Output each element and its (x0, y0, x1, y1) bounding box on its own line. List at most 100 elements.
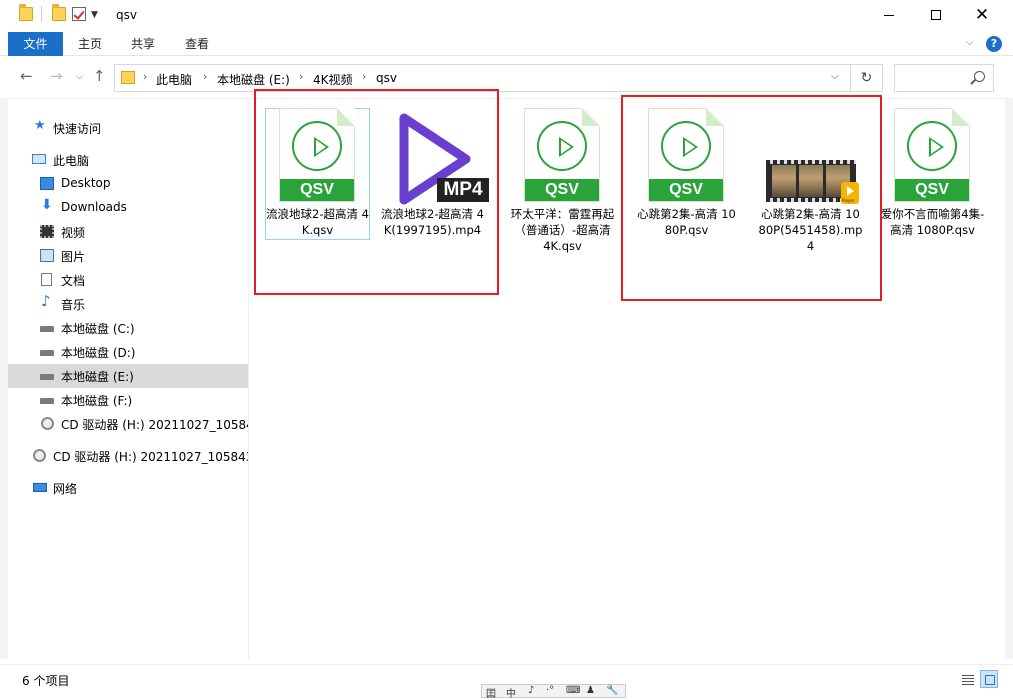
drive-icon (40, 326, 54, 332)
keyboard-icon[interactable]: ⌨ (566, 685, 580, 696)
window-title: qsv (116, 8, 137, 22)
nav-item-videos[interactable]: 视频 (8, 220, 248, 244)
window-edge (0, 99, 8, 659)
large-icons-view-icon[interactable] (980, 670, 998, 688)
network-icon (33, 483, 47, 492)
annotation-box (621, 95, 882, 301)
tab-view[interactable]: 查看 (172, 32, 222, 56)
help-icon[interactable]: ? (986, 36, 1002, 52)
nav-item-label: 本地磁盘 (C:) (61, 322, 135, 336)
user-icon[interactable]: ♟ (586, 685, 595, 696)
navigation-bar: ← → ⌵ ↑ › 此电脑 › 本地磁盘 (E:) › 4K视频 › qsv ⌵… (0, 57, 1013, 99)
close-icon: ✕ (974, 4, 990, 25)
nav-item-label: 快速访问 (53, 122, 102, 136)
nav-item-drive-e[interactable]: 本地磁盘 (E:) (8, 364, 248, 388)
forward-arrow-icon[interactable]: → (50, 67, 63, 85)
qsv-file-icon: QSV (524, 108, 600, 202)
back-arrow-icon[interactable]: ← (20, 67, 33, 85)
nav-item-label: 文档 (61, 274, 86, 288)
download-icon: ⬇ (41, 197, 53, 213)
nav-item-cd-drive[interactable]: CD 驱动器 (H:) 20211027_105843 (8, 412, 248, 436)
picture-icon (40, 249, 54, 262)
minimize-button[interactable] (866, 0, 912, 30)
expand-ribbon-icon[interactable]: ⌵ (966, 37, 974, 48)
breadcrumb-drive-e[interactable]: 本地磁盘 (E:) (217, 71, 290, 88)
nav-item-drive-f[interactable]: 本地磁盘 (F:) (8, 388, 248, 412)
minimize-icon (884, 14, 894, 16)
file-item[interactable]: QSV 环太平洋：雷霆再起（普通话）-超高清 4K.qsv (510, 108, 615, 258)
star-icon: ★ (34, 118, 46, 133)
refresh-button[interactable]: ↻ (851, 64, 883, 92)
nav-item-label: 视频 (61, 226, 86, 240)
file-type-badge: QSV (525, 179, 599, 201)
nav-item-label: Desktop (61, 176, 111, 190)
nav-item-music[interactable]: ♪ 音乐 (8, 292, 248, 316)
breadcrumb-separator-icon[interactable]: › (203, 70, 207, 83)
play-circle-icon (907, 121, 957, 171)
new-folder-icon[interactable] (52, 4, 66, 21)
nav-item-label: CD 驱动器 (H:) 20211027_105843 (61, 418, 248, 432)
breadcrumb-separator-icon[interactable]: › (299, 70, 303, 83)
nav-item-this-pc[interactable]: 此电脑 (8, 148, 248, 172)
cd-drive-icon (41, 417, 54, 430)
file-name: 环太平洋：雷霆再起（普通话）-超高清 4K.qsv (510, 207, 615, 253)
nav-item-label: 本地磁盘 (E:) (61, 370, 134, 384)
nav-item-label: CD 驱动器 (H:) 20211027_105843 (53, 450, 248, 464)
tab-file[interactable]: 文件 (8, 32, 63, 56)
breadcrumb-separator-icon[interactable]: › (143, 70, 147, 83)
ime-toolbar: 囯 中 ♪ ·° ⌨ ♟ 🔧 (481, 684, 626, 700)
ime-moon-icon[interactable]: ♪ (528, 685, 534, 696)
search-input[interactable] (894, 64, 994, 92)
address-bar[interactable]: › 此电脑 › 本地磁盘 (E:) › 4K视频 › qsv ⌵ (114, 64, 851, 92)
nav-item-desktop[interactable]: Desktop (8, 172, 248, 196)
file-type-badge: QSV (895, 179, 969, 201)
nav-item-label: 音乐 (61, 298, 86, 312)
file-item[interactable]: QSV 爱你不言而喻第4集-高清 1080P.qsv (880, 108, 985, 258)
chevron-down-icon[interactable]: ▼ (91, 10, 98, 20)
item-count: 6 个项目 (22, 674, 70, 688)
chevron-down-icon[interactable]: ⌵ (831, 71, 839, 82)
nav-item-drive-d[interactable]: 本地磁盘 (D:) (8, 340, 248, 364)
breadcrumb-separator-icon[interactable]: › (362, 70, 366, 83)
nav-item-drive-c[interactable]: 本地磁盘 (C:) (8, 316, 248, 340)
divider (41, 6, 42, 22)
page-fold (582, 108, 600, 126)
breadcrumb-this-pc[interactable]: 此电脑 (156, 71, 192, 88)
nav-item-network[interactable]: 网络 (8, 476, 248, 500)
nav-item-label: 本地磁盘 (D:) (61, 346, 136, 360)
nav-item-label: Downloads (61, 200, 127, 214)
close-button[interactable]: ✕ (959, 0, 1005, 30)
maximize-icon (931, 10, 941, 20)
scrollbar[interactable] (1005, 99, 1013, 659)
nav-item-pictures[interactable]: 图片 (8, 244, 248, 268)
maximize-button[interactable] (913, 0, 959, 30)
drive-icon (40, 374, 54, 380)
nav-item-label: 此电脑 (53, 154, 90, 168)
nav-item-downloads[interactable]: ⬇ Downloads (8, 196, 248, 220)
up-arrow-icon[interactable]: ↑ (93, 67, 106, 85)
search-icon (974, 71, 985, 82)
refresh-icon: ↻ (860, 70, 873, 86)
computer-icon (32, 154, 46, 164)
wrench-icon[interactable]: 🔧 (606, 685, 618, 696)
title-bar: ▼ qsv ✕ (0, 0, 1013, 32)
recent-locations-icon[interactable]: ⌵ (76, 72, 83, 82)
pane-divider[interactable] (248, 99, 249, 659)
nav-item-cd-drive-root[interactable]: CD 驱动器 (H:) 20211027_105843 (8, 444, 248, 468)
nav-item-label: 图片 (61, 250, 86, 264)
play-circle-icon (537, 121, 587, 171)
nav-item-documents[interactable]: 文档 (8, 268, 248, 292)
tab-home[interactable]: 主页 (66, 32, 114, 56)
breadcrumb-qsv[interactable]: qsv (376, 71, 397, 85)
ime-punctuation-icon[interactable]: ·° (546, 685, 554, 696)
music-icon: ♪ (41, 292, 51, 310)
details-view-icon[interactable] (958, 670, 976, 688)
drive-icon (40, 350, 54, 356)
tab-share[interactable]: 共享 (118, 32, 168, 56)
file-name: 爱你不言而喻第4集-高清 1080P.qsv (880, 207, 985, 237)
breadcrumb-4k-videos[interactable]: 4K视频 (313, 71, 353, 88)
nav-item-quick-access[interactable]: ★ 快速访问 (8, 116, 248, 140)
folder-icon (121, 71, 135, 84)
properties-icon[interactable] (72, 7, 86, 21)
document-icon (41, 273, 52, 286)
